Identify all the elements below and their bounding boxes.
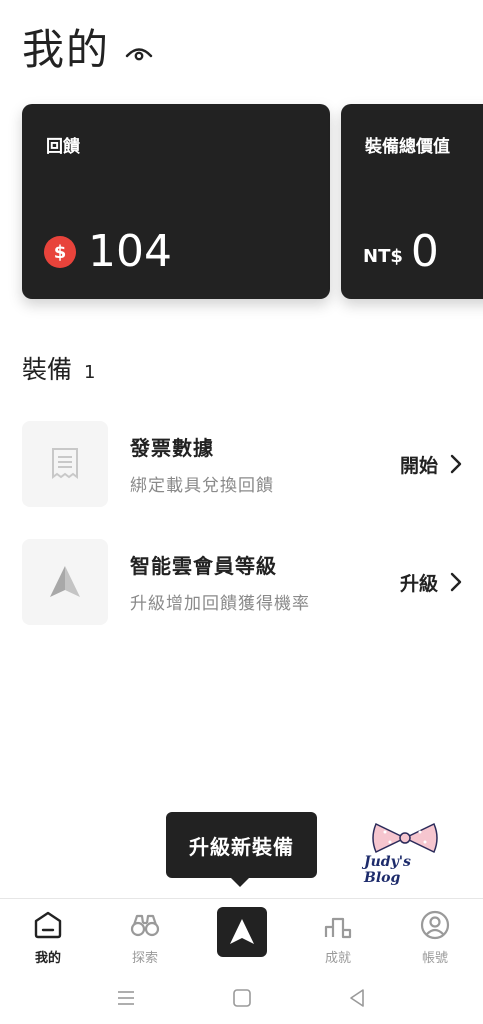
equipment-action-label: 開始: [399, 454, 438, 477]
equipment-value-card[interactable]: 裝備總價值 NT$ 0: [341, 104, 483, 299]
equipment-name: 發票數據: [130, 436, 214, 460]
account-icon: [420, 910, 450, 940]
equipment-text: 智能雲會員等級 升級增加回饋獲得機率: [130, 550, 400, 614]
home-icon: [34, 911, 62, 939]
currency-prefix: NT$: [363, 245, 403, 267]
binoculars-icon: [130, 914, 160, 937]
equipment-desc: 升級增加回饋獲得機率: [130, 594, 310, 614]
equipment-value-title: 裝備總價值: [365, 137, 450, 157]
system-nav-bar: [0, 972, 483, 1024]
home-square-icon[interactable]: [230, 986, 254, 1010]
tooltip-arrow: [231, 878, 249, 887]
equipment-value-amount: 0: [410, 226, 439, 277]
nav-label: 成就: [324, 951, 351, 966]
eye-icon[interactable]: [124, 43, 154, 63]
chevron-right-icon: [450, 572, 462, 592]
my-page: 我的 回饋 $ 104 裝備總價值 NT$ 0 裝備 1 發票數據 綁定載具兌換…: [0, 0, 483, 1024]
center-action-button[interactable]: [217, 907, 267, 957]
nav-label: 探索: [131, 951, 158, 966]
equipment-count: 1: [84, 362, 96, 383]
equipment-thumb: [22, 539, 108, 625]
page-header: 我的: [22, 22, 154, 78]
feedback-card[interactable]: 回饋 $ 104: [22, 104, 330, 299]
dollar-coin-icon: $: [44, 236, 76, 268]
nav-item-account[interactable]: 帳號: [395, 909, 475, 966]
nav-item-mine[interactable]: 我的: [8, 909, 88, 966]
equipment-action-label: 升級: [399, 572, 438, 595]
summary-cards: 回饋 $ 104 裝備總價值 NT$ 0: [22, 104, 483, 299]
upgrade-button[interactable]: 升級: [400, 569, 462, 596]
nav-label: 帳號: [421, 951, 448, 966]
bow-icon: [372, 822, 438, 854]
nav-item-explore[interactable]: 探索: [105, 909, 185, 966]
equipment-section-header: 裝備 1: [22, 350, 95, 386]
receipt-icon: [52, 448, 78, 479]
equipment-name: 智能雲會員等級: [130, 554, 277, 578]
feedback-amount: 104: [88, 226, 172, 277]
back-icon[interactable]: [345, 986, 369, 1010]
equipment-thumb: [22, 421, 108, 507]
menu-icon[interactable]: [114, 986, 138, 1010]
upgrade-tooltip[interactable]: 升級新裝備: [166, 812, 317, 878]
page-title: 我的: [22, 25, 111, 74]
arrow-logo-icon: [50, 566, 80, 597]
feedback-amount-row: $ 104: [44, 224, 172, 280]
equipment-value-row: NT$ 0: [363, 224, 439, 280]
nav-item-achievements[interactable]: 成就: [298, 909, 378, 966]
equipment-section-title: 裝備: [22, 355, 73, 384]
nav-label: 我的: [34, 951, 61, 966]
equipment-desc: 綁定載具兌換回饋: [130, 476, 274, 496]
watermark-text: Judy's Blog: [364, 854, 411, 886]
blog-watermark: Judy's Blog: [362, 820, 452, 886]
equipment-item-membership[interactable]: 智能雲會員等級 升級增加回饋獲得機率 升級: [22, 538, 462, 626]
equipment-item-invoice[interactable]: 發票數據 綁定載具兌換回饋 開始: [22, 420, 462, 508]
equipment-text: 發票數據 綁定載具兌換回饋: [130, 432, 400, 496]
arrow-logo-icon: [230, 919, 254, 944]
podium-icon: [324, 917, 352, 939]
chevron-right-icon: [450, 454, 462, 474]
bottom-nav: 我的 探索 成就 帳號: [0, 898, 483, 972]
feedback-card-title: 回饋: [46, 137, 80, 157]
start-button[interactable]: 開始: [400, 451, 462, 478]
